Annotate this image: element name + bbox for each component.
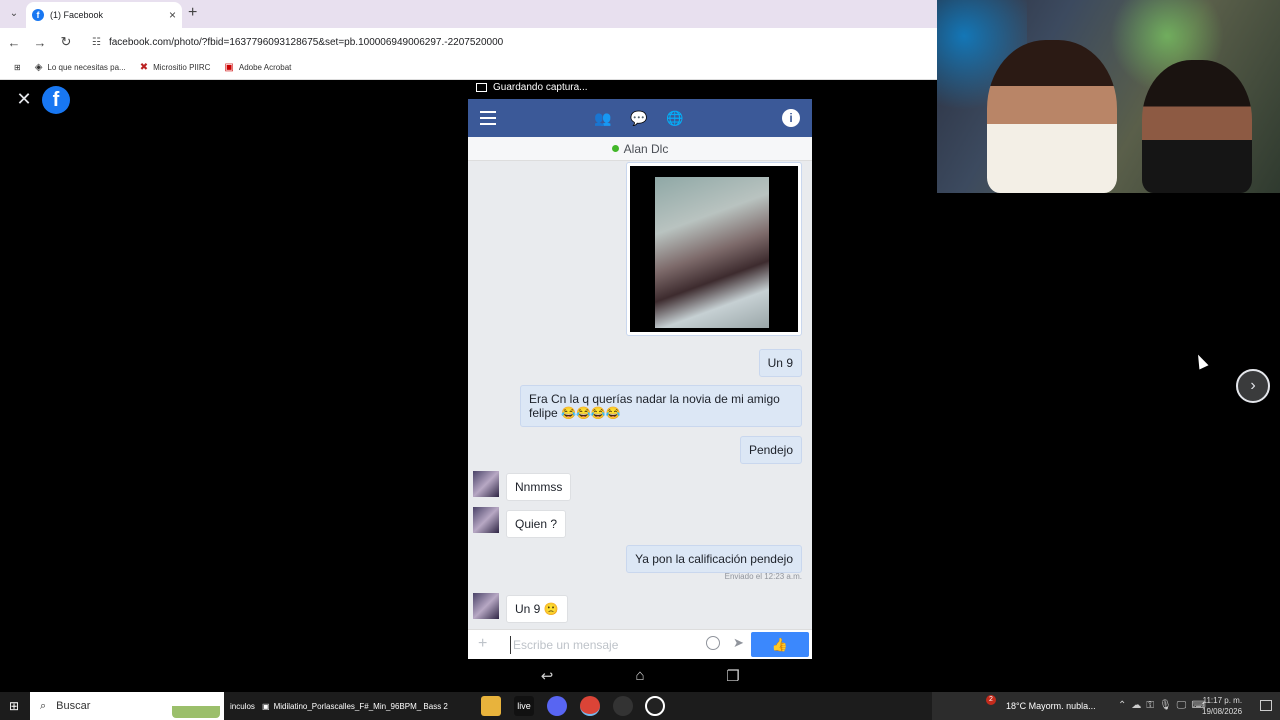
system-clock[interactable]: 11:17 p. m. 19/08/2026 xyxy=(1202,695,1242,717)
saving-capture-notice: Guardando captura... xyxy=(476,82,588,93)
webcam-person xyxy=(1142,60,1252,193)
notification-icon[interactable] xyxy=(1260,700,1272,711)
thumbs-up-icon: 👍 xyxy=(771,637,789,652)
contact-name-bar: Alan Dlc xyxy=(468,137,812,161)
tab-title: (1) Facebook xyxy=(50,10,104,20)
message-bubble: Era Cn la q querías nadar la novia de mi… xyxy=(520,385,802,427)
apps-icon[interactable]: ⊞ xyxy=(14,63,21,72)
chrome-icon[interactable] xyxy=(580,696,600,716)
friends-icon[interactable]: 👥 xyxy=(594,109,612,127)
search-label: Buscar xyxy=(56,700,91,712)
info-icon[interactable]: i xyxy=(782,109,800,127)
saving-text: Guardando captura... xyxy=(493,82,588,93)
bookmarks-bar: ⊞ ◈ Lo que necesitas pa... ✖ Micrositio PI… xyxy=(0,56,937,80)
hamburger-menu-icon[interactable] xyxy=(480,111,496,125)
photo-frame xyxy=(630,166,798,332)
recording-app-icon[interactable] xyxy=(613,696,633,716)
mouse-cursor-icon xyxy=(1193,352,1209,370)
windows-start-icon[interactable]: ⊞ xyxy=(6,698,22,714)
browser-tab-strip: ⌄ f (1) Facebook × + xyxy=(0,0,937,28)
message-bubble: Pendejo xyxy=(739,436,802,464)
webcam-person xyxy=(987,40,1117,193)
close-viewer-icon[interactable]: ✕ xyxy=(12,87,36,111)
like-button[interactable]: 👍 xyxy=(751,632,809,657)
bookmark-item[interactable]: ◈ Lo que necesitas pa... xyxy=(35,62,126,73)
discord-icon[interactable] xyxy=(547,696,567,716)
image-icon xyxy=(476,83,487,92)
android-back-icon: ↩ xyxy=(540,668,554,685)
weather-badge: 2 xyxy=(986,695,996,705)
diamond-icon: ◈ xyxy=(34,62,43,73)
message-bubble: Ya pon la calificación pendejo xyxy=(626,545,802,573)
bookmark-item[interactable]: ▣ Adobe Acrobat xyxy=(224,62,291,73)
send-icon[interactable]: ➤ xyxy=(733,635,744,651)
microsite-icon: ✖ xyxy=(139,62,149,73)
windows-taskbar: ⊞ ⌕ Buscar inculos ▣ Midilatino_Porlasca… xyxy=(0,692,1280,720)
file-explorer-icon[interactable] xyxy=(481,696,501,716)
back-icon[interactable]: ← xyxy=(2,30,26,54)
message-input[interactable]: Escribe un mensaje xyxy=(510,636,700,654)
task-title: Midilatino_Porlascalles_F#_Min_96BPM_ Ba… xyxy=(273,701,448,711)
new-tab-icon[interactable]: + xyxy=(188,4,197,22)
android-nav-bar: ↩ ⌂ ❐ xyxy=(468,663,812,691)
acrobat-icon: ▣ xyxy=(224,62,234,73)
search-icon: ⌕ xyxy=(40,699,47,712)
reload-icon[interactable]: ↻ xyxy=(54,30,78,54)
facebook-logo-icon[interactable]: f xyxy=(42,86,70,114)
messages-icon[interactable]: 💬 xyxy=(630,109,648,127)
tray-icons[interactable]: ⌃☁⚿🎙🖵⌨ xyxy=(1118,700,1211,711)
sent-timestamp: Enviado el 12:23 a.m. xyxy=(724,572,802,581)
url-text: facebook.com/photo/?fbid=163779609312867… xyxy=(108,36,504,48)
obs-icon[interactable] xyxy=(645,696,665,716)
globe-icon[interactable]: 🌐 xyxy=(666,109,684,127)
forward-icon[interactable]: → xyxy=(28,30,52,54)
emoji-icon[interactable] xyxy=(706,636,720,650)
message-bubble: Nnmmss xyxy=(506,473,572,501)
message-bubble: Quien ? xyxy=(506,510,567,538)
webcam-overlay xyxy=(937,0,1280,193)
address-bar: ← → ↻ ☷ facebook.com/photo/?fbid=1637796… xyxy=(0,28,937,56)
document-icon: ▣ xyxy=(262,701,270,711)
search-highlight-image xyxy=(172,694,220,718)
photo-message[interactable] xyxy=(626,162,802,336)
message-bubble: Un 9 🙁 xyxy=(506,595,568,623)
contact-avatar xyxy=(473,507,499,533)
chat-header: 👥 💬 🌐 i xyxy=(468,99,812,137)
contact-name: Alan Dlc xyxy=(623,142,669,156)
shared-photo xyxy=(655,177,769,328)
facebook-favicon-icon: f xyxy=(32,9,44,21)
taskbar-task[interactable]: ▣ Midilatino_Porlascalles_F#_Min_96BPM_ … xyxy=(262,696,448,716)
browser-tab[interactable]: f (1) Facebook × xyxy=(26,2,182,28)
plus-icon[interactable]: + xyxy=(478,635,487,653)
contact-avatar xyxy=(473,593,499,619)
site-info-icon[interactable]: ☷ xyxy=(92,37,101,48)
next-photo-button[interactable]: › xyxy=(1236,369,1270,403)
taskbar-partial-label: inculos xyxy=(230,701,255,711)
android-recents-icon: ❐ xyxy=(726,668,740,685)
ableton-live-icon[interactable]: live xyxy=(514,696,534,716)
message-bubble: Un 9 xyxy=(758,349,802,377)
contact-avatar xyxy=(473,471,499,497)
weather-widget[interactable]: 18°C Mayorm. nubla... xyxy=(1006,701,1096,711)
android-home-icon: ⌂ xyxy=(635,667,645,684)
url-field[interactable]: ☷ facebook.com/photo/?fbid=1637796093128… xyxy=(84,31,933,53)
bookmark-item[interactable]: ✖ Micrositio PIIRC xyxy=(140,62,211,73)
message-composer: + Escribe un mensaje ➤ 👍 xyxy=(468,629,812,659)
tab-close-icon[interactable]: × xyxy=(169,8,176,22)
system-tray: 2 18°C Mayorm. nubla... ⌃☁⚿🎙🖵⌨ 11:17 p. … xyxy=(932,692,1280,720)
tab-search-icon[interactable]: ⌄ xyxy=(6,6,22,22)
online-status-icon xyxy=(611,145,619,152)
chat-screenshot: 👥 💬 🌐 i Alan Dlc Un 9 Era Cn la q quería… xyxy=(468,99,812,659)
